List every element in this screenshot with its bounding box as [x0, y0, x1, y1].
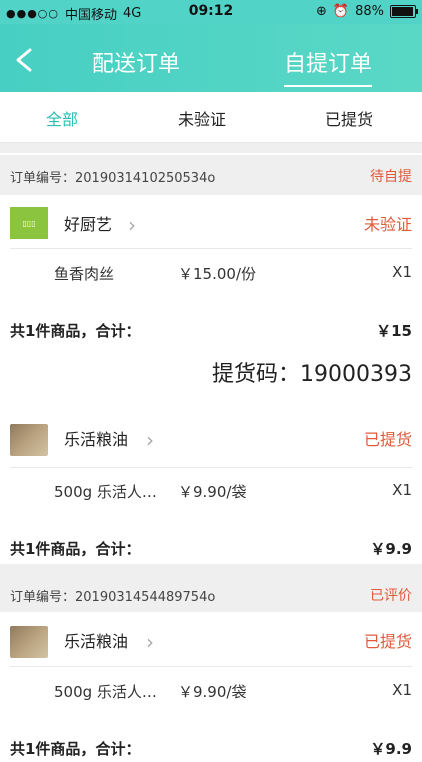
item-name: 500g 乐活人… [54, 483, 157, 501]
item-quantity: X1 [392, 263, 412, 281]
store-status: 已提货 [363, 430, 412, 449]
alarm-icon: ⏰ [332, 4, 350, 19]
store-row[interactable]: ▯▯▯ 好厨艺 › 未验证 [0, 195, 422, 251]
pickup-code: 提货码：19000393 [212, 356, 412, 388]
filter-tab-all-label: 全部 [46, 110, 79, 129]
battery-fill [392, 7, 414, 16]
filter-tab-unverified[interactable]: 未验证 [178, 106, 226, 130]
section-separator [0, 143, 422, 153]
tab-pickup-orders[interactable]: 自提订单 [284, 46, 373, 87]
app-header: 配送订单 自提订单 [0, 24, 422, 92]
order-item[interactable]: 鱼香肉丝 ￥15.00/份 X1 [0, 249, 422, 295]
pickup-code-value: 19000393 [300, 362, 412, 387]
order-total: 共1件商品，合计： ￥15 [0, 314, 422, 344]
item-price: ￥9.90/袋 [178, 483, 247, 501]
chevron-right-icon: › [128, 213, 136, 237]
order-number-value: 2019031410250534o [75, 171, 216, 186]
order-status: 待自提 [370, 169, 412, 185]
order-header: 订单编号：2019031410250534o 待自提 [0, 155, 422, 195]
back-icon[interactable] [12, 46, 40, 74]
item-quantity: X1 [392, 481, 412, 499]
filter-tab-picked-up[interactable]: 已提货 [325, 106, 373, 130]
store-thumbnail [10, 626, 48, 658]
item-price: ￥15.00/份 [178, 265, 256, 283]
store-name: 乐活粮油 [64, 632, 129, 651]
total-label: 共1件商品，合计： [10, 740, 141, 758]
store-thumbnail [10, 424, 48, 456]
tab-pickup-orders-label: 自提订单 [284, 52, 373, 77]
battery-percent: 88% [355, 4, 384, 19]
order-item[interactable]: 500g 乐活人… ￥9.90/袋 X1 [0, 467, 422, 513]
order-total: 共1件商品，合计： ￥9.9 [0, 532, 422, 562]
store-status: 已提货 [363, 632, 412, 651]
order-total: 共1件商品，合计： ￥9.9 [0, 732, 422, 762]
order-number: 订单编号：2019031410250534o [10, 167, 215, 186]
order-number-value: 2019031454489754o [75, 590, 216, 605]
store-name: 好厨艺 [64, 215, 113, 234]
total-amount: ￥15 [376, 322, 412, 340]
order-header: 订单编号：2019031454489754o 已评价 [0, 574, 422, 614]
total-amount: ￥9.9 [370, 540, 412, 558]
total-label: 共1件商品，合计： [10, 322, 141, 340]
total-amount: ￥9.9 [370, 740, 412, 758]
item-price: ￥9.90/袋 [178, 683, 247, 701]
section-separator [0, 564, 422, 574]
item-name: 鱼香肉丝 [54, 265, 115, 283]
chevron-right-icon: › [146, 428, 154, 452]
tab-active-underline [284, 85, 373, 87]
battery-icon [390, 5, 418, 18]
status-bar: ●●●○○ 中国移动 4G 09:12 ⊕ ⏰ 88% [0, 0, 422, 24]
total-label: 共1件商品，合计： [10, 540, 141, 558]
store-logo: ▯▯▯ [10, 207, 48, 239]
status-right: ⊕ ⏰ 88% [316, 4, 418, 19]
order-number: 订单编号：2019031454489754o [10, 586, 215, 605]
order-item[interactable]: 500g 乐活人… ￥9.90/袋 X1 [0, 667, 422, 713]
tab-delivery-orders[interactable]: 配送订单 [92, 46, 180, 78]
store-row[interactable]: 乐活粮油 › 已提货 [0, 612, 422, 668]
filter-tab-all[interactable]: 全部 [46, 106, 79, 145]
order-number-label: 订单编号： [10, 590, 76, 605]
lock-rotation-icon: ⊕ [316, 4, 327, 19]
order-number-label: 订单编号： [10, 171, 76, 186]
chevron-right-icon: › [146, 630, 154, 654]
store-row[interactable]: 乐活粮油 › 已提货 [0, 410, 422, 466]
store-status: 未验证 [363, 215, 412, 234]
store-name: 乐活粮油 [64, 430, 129, 449]
pickup-code-label: 提货码： [212, 362, 301, 387]
item-quantity: X1 [392, 681, 412, 699]
filter-tabs: 全部 未验证 已提货 [0, 92, 422, 145]
item-name: 500g 乐活人… [54, 683, 157, 701]
order-status: 已评价 [370, 588, 412, 604]
